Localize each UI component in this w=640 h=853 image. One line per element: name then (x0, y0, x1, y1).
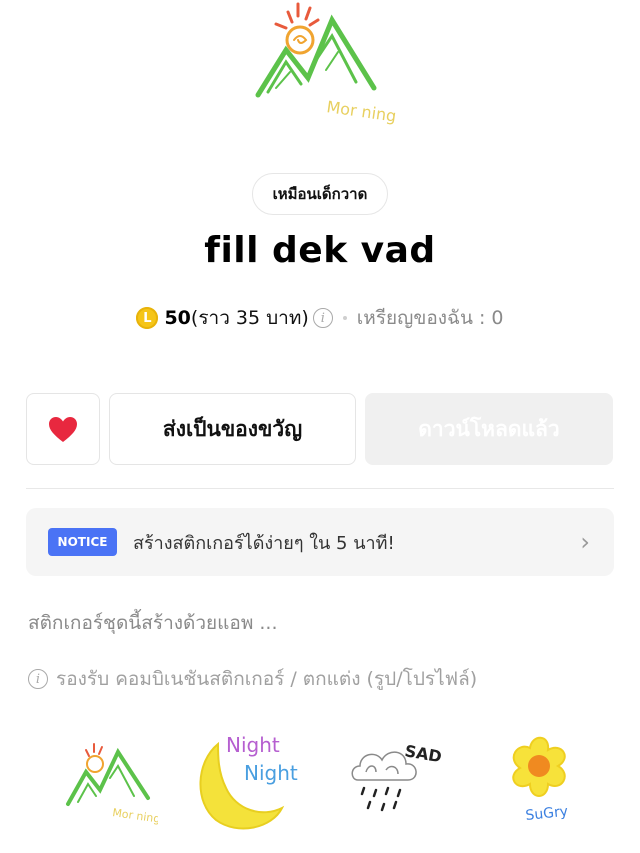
main-sticker-image: Mor ning (0, 0, 640, 160)
support-info: i รองรับ คอมบิเนชันสติกเกอร์ / ตกแต่ง (ร… (28, 664, 477, 694)
separator-dot (342, 316, 347, 320)
sticker-caption-sad: SAD (403, 741, 443, 766)
price-note: (ราว 35 บาท) (190, 307, 309, 329)
sticker-caption-sunny: SuGry (525, 804, 569, 824)
info-icon[interactable]: i (312, 308, 333, 328)
info-icon: i (28, 669, 48, 689)
divider (26, 488, 614, 489)
sticker-caption: Mor ning (112, 806, 158, 826)
price-row: L 50 (ราว 35 บาท) i เหรียญของฉัน : 0 (0, 303, 640, 333)
sticker-sunny[interactable]: SuGry (490, 722, 590, 836)
notice-text: สร้างสติกเกอร์ได้ง่ายๆ ใน 5 นาที! (133, 532, 395, 554)
chevron-right-icon: › (580, 528, 590, 556)
sticker-night[interactable]: Night Night (186, 722, 316, 841)
support-text: รองรับ คอมบิเนชันสติกเกอร์ / ตกแต่ง (รูป… (56, 668, 478, 690)
sticker-caption-night-1: Night (226, 733, 280, 757)
package-description: สติกเกอร์ชุดนี้สร้างด้วยแอพ ... (28, 612, 278, 634)
coin-icon: L (136, 307, 159, 329)
my-coins-balance: เหรียญของฉัน : 0 (356, 307, 504, 329)
hero-caption: Mor ning (325, 97, 396, 126)
sticker-caption-night-2: Night (244, 761, 298, 785)
download-button[interactable]: ดาวน์โหลดแล้ว (365, 393, 613, 465)
sticker-sad[interactable]: SAD (346, 722, 446, 836)
notice-banner[interactable]: NOTICE สร้างสติกเกอร์ได้ง่ายๆ ใน 5 นาที!… (26, 508, 614, 576)
heart-icon (49, 416, 77, 442)
sticker-morning[interactable]: Mor ning (58, 722, 161, 836)
notice-badge: NOTICE (48, 528, 117, 556)
price-value: 50 (164, 307, 191, 329)
like-button[interactable] (26, 393, 100, 465)
package-title: fill dek vad (204, 230, 436, 271)
send-gift-button[interactable]: ส่งเป็นของขวัญ (109, 393, 356, 465)
author-chip[interactable]: เหมือนเด็กวาด (252, 173, 388, 215)
author-name: เหมือนเด็กวาด (272, 185, 368, 203)
